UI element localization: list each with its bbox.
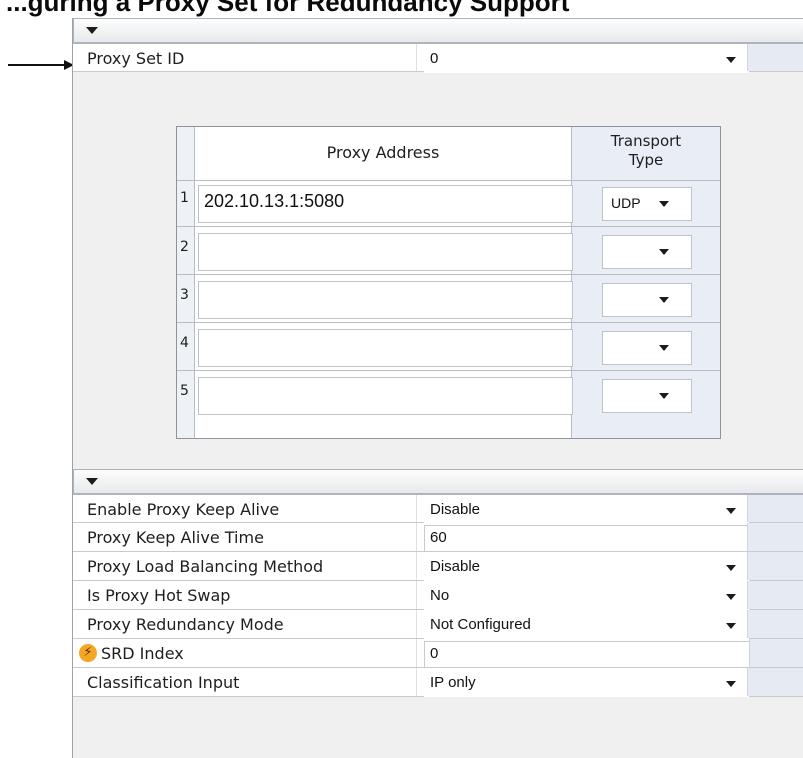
chevron-down-icon	[659, 393, 669, 399]
section-collapse-header-general[interactable]	[73, 18, 803, 43]
chevron-down-icon	[659, 201, 669, 207]
proxy-keep-alive-time-input[interactable]: 60	[424, 525, 749, 552]
setting-label: Proxy Keep Alive Time	[87, 528, 264, 547]
row-index: 1	[180, 190, 189, 206]
proxy-set-id-value: 0	[430, 50, 439, 67]
transport-type-select[interactable]	[602, 379, 692, 413]
row-index: 3	[180, 287, 189, 303]
setting-row-proxy-keep-alive-time: Proxy Keep Alive Time 60	[73, 523, 803, 552]
proxy-set-panel: Proxy Set ID 0 Proxy Address Transport T…	[72, 18, 803, 758]
chevron-down-icon	[726, 594, 736, 600]
setting-row-proxy-load-balancing-method: Proxy Load Balancing Method Disable	[73, 552, 803, 581]
proxy-set-id-row: Proxy Set ID 0	[73, 43, 803, 73]
row-index: 5	[180, 383, 189, 399]
section-collapse-header-keepalive[interactable]	[73, 469, 803, 494]
proxy-address-input[interactable]: 202.10.13.1:5080	[198, 185, 573, 223]
proxy-load-balancing-method-select[interactable]: Disable	[424, 554, 749, 581]
transport-type-select[interactable]	[602, 283, 692, 317]
proxy-address-table: Proxy Address Transport Type 1 202.10.13…	[176, 126, 721, 439]
setting-row-srd-index: ⚡ SRD Index 0	[73, 639, 803, 668]
enable-proxy-keep-alive-select[interactable]: Disable	[424, 497, 749, 524]
chevron-down-icon	[659, 297, 669, 303]
chevron-down-icon	[659, 249, 669, 255]
setting-label: Proxy Load Balancing Method	[87, 557, 324, 576]
lightning-icon: ⚡	[79, 644, 97, 662]
setting-label: Is Proxy Hot Swap	[87, 586, 231, 605]
proxy-set-id-label: Proxy Set ID	[87, 49, 185, 68]
srd-index-input[interactable]: 0	[424, 641, 755, 668]
setting-row-classification-input: Classification Input IP only	[73, 668, 803, 697]
setting-label: Enable Proxy Keep Alive	[87, 500, 280, 519]
setting-label: SRD Index	[101, 644, 184, 663]
proxy-address-input[interactable]	[198, 281, 573, 319]
proxy-address-input[interactable]	[198, 377, 573, 415]
chevron-down-icon	[726, 681, 736, 687]
setting-row-is-proxy-hot-swap: Is Proxy Hot Swap No	[73, 581, 803, 610]
chevron-down-icon	[726, 623, 736, 629]
header-proxy-address: Proxy Address	[326, 143, 440, 162]
row-index: 4	[180, 335, 189, 351]
setting-label: Proxy Redundancy Mode	[87, 615, 284, 634]
setting-row-enable-proxy-keep-alive: Enable Proxy Keep Alive Disable	[73, 494, 803, 524]
setting-label: Classification Input	[87, 673, 240, 692]
classification-input-select[interactable]: IP only	[424, 670, 749, 697]
proxy-set-id-select[interactable]: 0	[424, 46, 749, 73]
header-transport-type: Transport Type	[610, 132, 682, 169]
is-proxy-hot-swap-select[interactable]: No	[424, 583, 749, 610]
transport-type-select[interactable]: UDP	[602, 187, 692, 221]
proxy-redundancy-mode-select[interactable]: Not Configured	[424, 612, 749, 639]
transport-type-select[interactable]	[602, 235, 692, 269]
chevron-down-icon	[659, 345, 669, 351]
collapse-triangle-icon[interactable]	[86, 27, 98, 34]
transport-type-select[interactable]	[602, 331, 692, 365]
proxy-address-input[interactable]	[198, 233, 573, 271]
row-index: 2	[180, 239, 189, 255]
proxy-address-input[interactable]	[198, 329, 573, 367]
setting-row-proxy-redundancy-mode: Proxy Redundancy Mode Not Configured	[73, 610, 803, 639]
figure-caption: ...guring a Proxy Set for Redundancy Sup…	[6, 0, 570, 17]
chevron-down-icon	[726, 508, 736, 514]
chevron-down-icon	[726, 57, 736, 63]
chevron-down-icon	[726, 565, 736, 571]
collapse-triangle-icon[interactable]	[86, 478, 98, 485]
